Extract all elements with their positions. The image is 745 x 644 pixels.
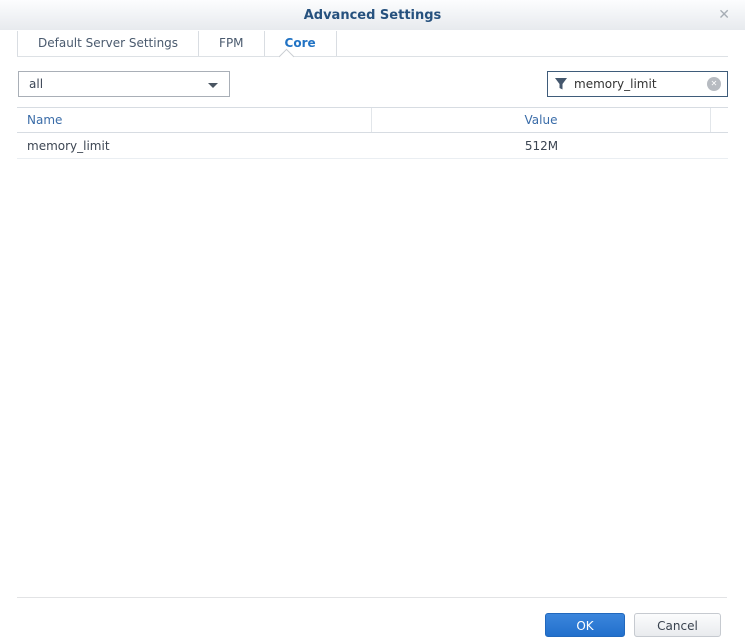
row-name-cell: memory_limit: [17, 139, 372, 153]
tab-fpm[interactable]: FPM: [199, 31, 265, 56]
settings-table: Name Value memory_limit 512M: [17, 107, 728, 159]
category-dropdown-value: all: [29, 77, 43, 91]
table-row[interactable]: memory_limit 512M: [17, 133, 728, 159]
chevron-down-icon: [208, 83, 218, 88]
ok-button[interactable]: OK: [545, 613, 625, 637]
row-value-cell: 512M: [372, 139, 711, 153]
column-header-name[interactable]: Name: [17, 108, 372, 132]
table-header: Name Value: [17, 107, 728, 133]
clear-search-icon[interactable]: ✕: [707, 77, 721, 91]
search-input[interactable]: [574, 77, 707, 91]
tab-bar: Default Server Settings FPM Core: [17, 31, 728, 57]
tab-default-server-settings[interactable]: Default Server Settings: [17, 31, 199, 56]
search-box: ✕: [547, 71, 728, 97]
column-header-value[interactable]: Value: [372, 108, 711, 132]
filter-toolbar: all ✕: [17, 71, 728, 97]
category-dropdown[interactable]: all: [18, 71, 230, 97]
close-icon[interactable]: ✕: [716, 6, 732, 24]
filter-funnel-icon: [554, 77, 568, 91]
column-header-gutter: [711, 108, 728, 132]
dialog-footer: OK Cancel: [17, 597, 727, 644]
tab-core[interactable]: Core: [265, 31, 337, 56]
dialog-titlebar: Advanced Settings ✕: [0, 0, 745, 30]
dialog-title: Advanced Settings: [304, 8, 442, 23]
cancel-button[interactable]: Cancel: [634, 613, 721, 637]
